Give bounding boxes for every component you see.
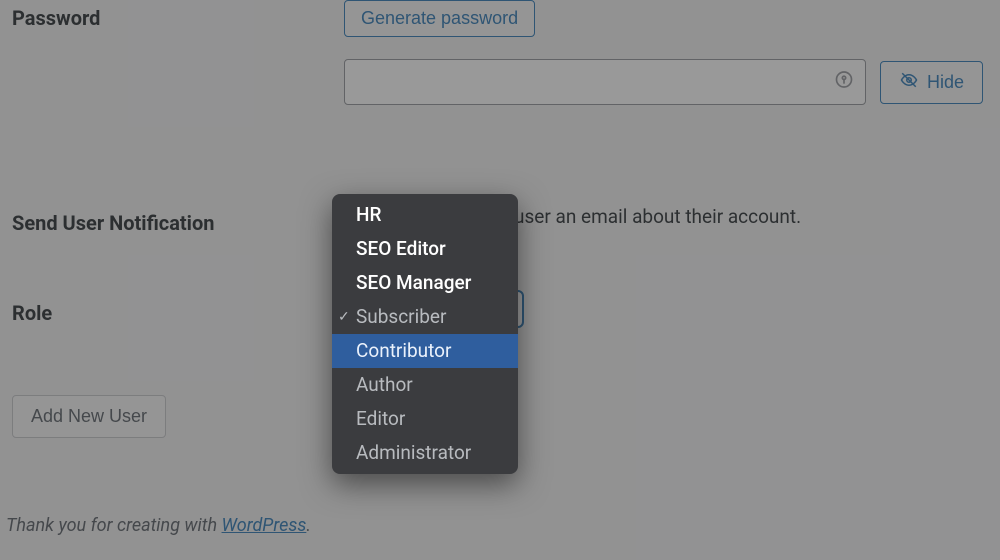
- role-option[interactable]: SEO Manager: [332, 266, 518, 300]
- hide-password-button[interactable]: Hide: [880, 61, 983, 104]
- wordpress-link[interactable]: WordPress: [222, 515, 307, 536]
- password-strength-icon: [834, 70, 854, 95]
- notification-text: user an email about their account.: [514, 205, 801, 228]
- add-new-user-button[interactable]: Add New User: [12, 395, 166, 438]
- password-input[interactable]: [344, 59, 866, 105]
- password-label: Password: [12, 0, 344, 30]
- hide-button-label: Hide: [927, 72, 964, 93]
- role-label: Role: [12, 295, 344, 325]
- role-option[interactable]: Contributor: [332, 334, 518, 368]
- eye-slash-icon: [899, 71, 919, 94]
- role-option[interactable]: SEO Editor: [332, 232, 518, 266]
- generate-password-button[interactable]: Generate password: [344, 0, 535, 37]
- role-dropdown[interactable]: HRSEO EditorSEO Manager SubscriberContri…: [332, 194, 518, 474]
- role-option[interactable]: HR: [332, 198, 518, 232]
- role-option[interactable]: Author: [332, 368, 518, 402]
- footer-credit: Thank you for creating with WordPress.: [6, 515, 311, 536]
- notification-label: Send User Notification: [12, 205, 344, 235]
- role-option[interactable]: Editor: [332, 402, 518, 436]
- role-option[interactable]: Administrator: [332, 436, 518, 470]
- role-option[interactable]: Subscriber: [332, 300, 518, 334]
